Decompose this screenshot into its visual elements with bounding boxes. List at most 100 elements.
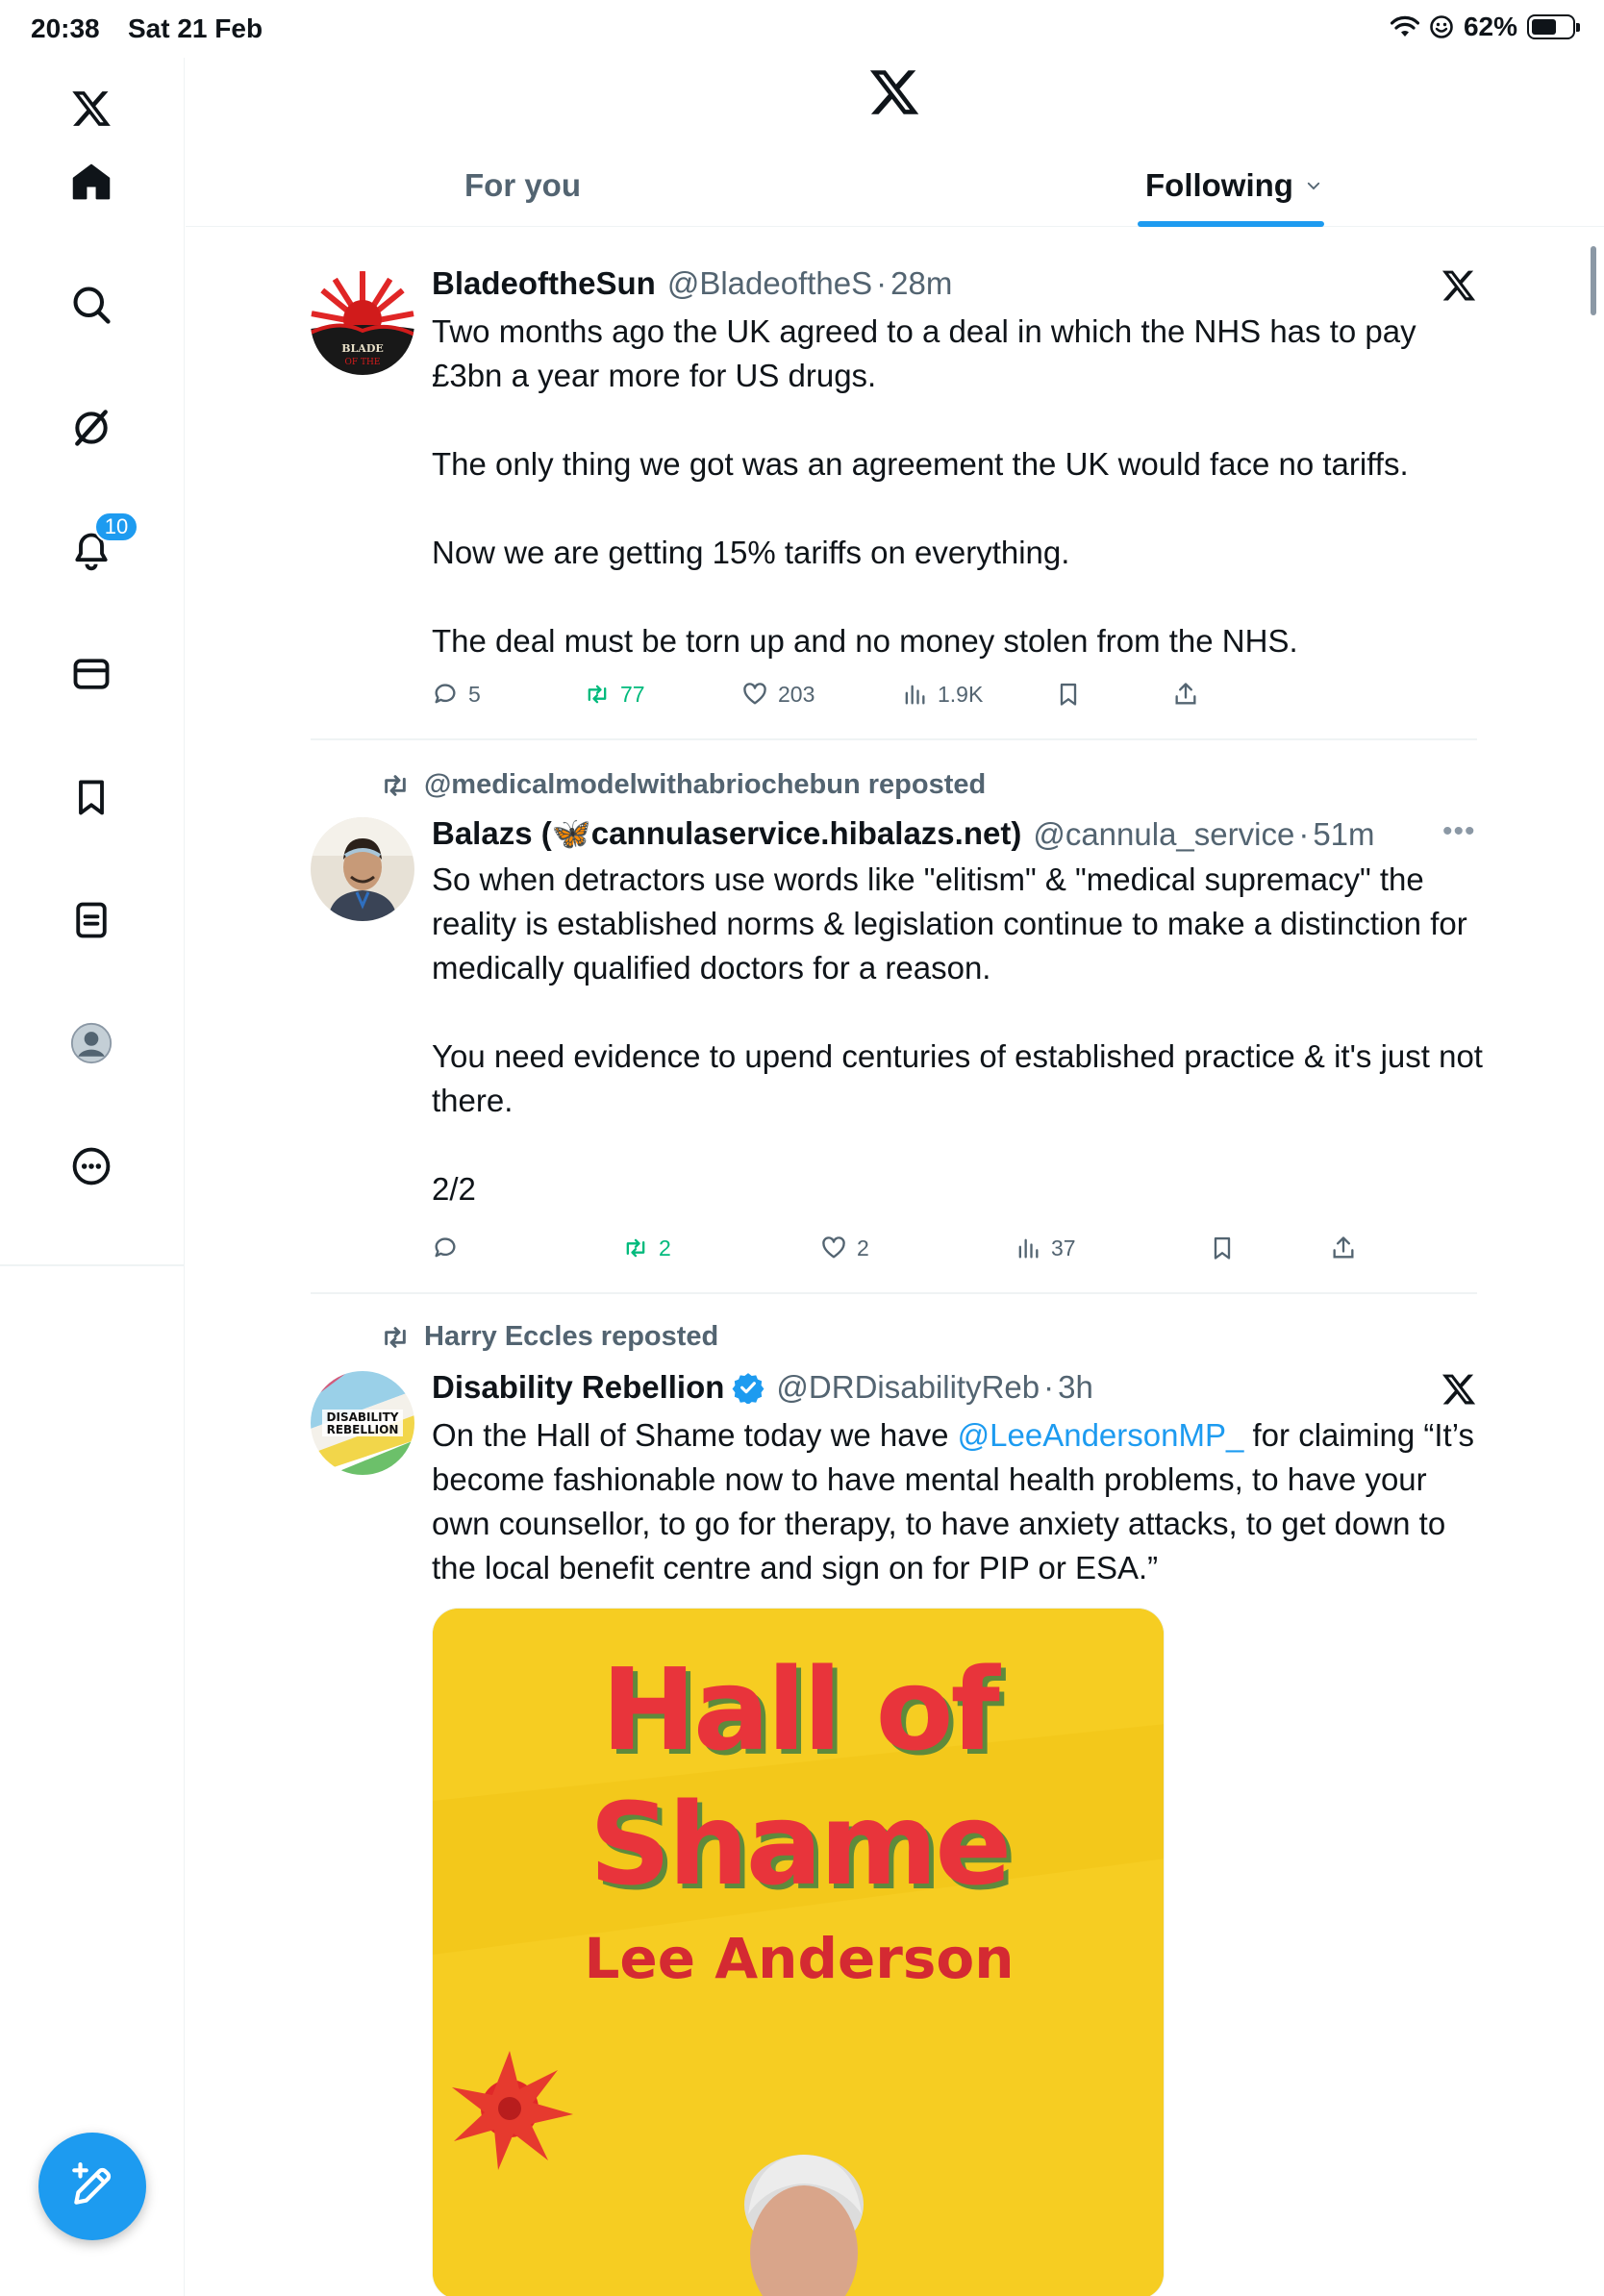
status-right: 62% bbox=[1390, 12, 1580, 42]
author-handle[interactable]: @DRDisabilityReb bbox=[776, 1369, 1040, 1406]
views-button[interactable]: 37 bbox=[1015, 1235, 1076, 1261]
post-paragraph: You need evidence to upend centuries of … bbox=[432, 1038, 1483, 1118]
like-button[interactable]: 203 bbox=[741, 681, 815, 708]
share-icon bbox=[1175, 683, 1196, 705]
bookmark-icon bbox=[1214, 1236, 1231, 1260]
media-subtitle: Lee Anderson bbox=[584, 1926, 1015, 1991]
list-icon[interactable] bbox=[58, 886, 125, 954]
notification-badge: 10 bbox=[94, 512, 138, 542]
author-handle[interactable]: @cannula_service bbox=[1033, 816, 1294, 853]
repost-button[interactable]: 2 bbox=[622, 1235, 671, 1261]
status-bar: 20:38 Sat 21 Feb 62% bbox=[0, 0, 1604, 58]
post-actions: 5 77 203 1.9K bbox=[432, 681, 1480, 719]
status-date: Sat 21 Feb bbox=[128, 13, 263, 43]
x-logo-icon[interactable] bbox=[58, 75, 125, 142]
like-count: 203 bbox=[778, 681, 815, 707]
post-paragraph: Two months ago the UK agreed to a deal i… bbox=[432, 313, 1416, 393]
views-button[interactable]: 1.9K bbox=[901, 681, 983, 708]
post-time[interactable]: 3h bbox=[1058, 1369, 1093, 1406]
svg-text:REBELLION: REBELLION bbox=[327, 1423, 399, 1436]
view-count: 1.9K bbox=[938, 681, 984, 707]
repost-icon bbox=[385, 774, 406, 796]
post[interactable]: @medicalmodelwithabriochebun reposted Ba… bbox=[311, 740, 1483, 1288]
reply-button[interactable]: 5 bbox=[432, 681, 481, 708]
post-actions: 2 2 37 bbox=[432, 1235, 1480, 1273]
avatar[interactable]: BLADE OF THE bbox=[311, 271, 414, 375]
reply-count: 5 bbox=[468, 681, 481, 707]
post-paragraph: The only thing we got was an agreement t… bbox=[432, 446, 1409, 482]
repost-button[interactable]: 77 bbox=[584, 681, 645, 708]
x-logo-icon[interactable] bbox=[867, 65, 921, 119]
repost-by: @medicalmodelwithabriochebun reposted bbox=[424, 769, 987, 800]
avatar-icon[interactable] bbox=[58, 1010, 125, 1077]
repost-icon bbox=[626, 1238, 645, 1258]
bookmark-button[interactable] bbox=[1209, 1235, 1236, 1261]
heart-icon bbox=[743, 683, 766, 705]
post-paragraph: 2/2 bbox=[432, 1171, 476, 1207]
like-button[interactable]: 2 bbox=[820, 1235, 869, 1261]
heart-icon bbox=[822, 1236, 845, 1259]
author-handle[interactable]: @BladeoftheS bbox=[667, 265, 872, 302]
avatar[interactable] bbox=[311, 817, 414, 921]
chevron-down-icon[interactable] bbox=[1305, 177, 1322, 194]
like-count: 2 bbox=[857, 1235, 869, 1260]
status-time: 20:38 bbox=[31, 13, 100, 43]
more-circle-icon[interactable] bbox=[58, 1133, 125, 1200]
author-row: BladeoftheSun @BladeoftheS · 28m bbox=[432, 265, 952, 302]
more-options-icon[interactable]: ••• bbox=[1442, 815, 1477, 848]
tab-for-you[interactable]: For you bbox=[464, 144, 581, 227]
repost-count: 77 bbox=[620, 681, 645, 707]
view-count: 37 bbox=[1051, 1235, 1076, 1260]
post-time[interactable]: 51m bbox=[1313, 816, 1374, 853]
wifi-icon bbox=[1390, 15, 1419, 37]
avatar[interactable]: DISABILITY REBELLION bbox=[311, 1371, 414, 1475]
post-text: So when detractors use words like "eliti… bbox=[432, 858, 1490, 1211]
person-photo bbox=[744, 2155, 864, 2296]
post[interactable]: BLADE OF THE BladeoftheSun @BladeoftheS … bbox=[311, 252, 1477, 733]
mention-link[interactable]: @LeeAndersonMP_ bbox=[958, 1417, 1244, 1453]
svg-text:BLADE: BLADE bbox=[341, 342, 384, 355]
separator-dot: · bbox=[1298, 815, 1310, 852]
reply-icon bbox=[435, 684, 456, 704]
home-icon[interactable] bbox=[58, 148, 125, 215]
battery-fill bbox=[1532, 19, 1556, 35]
repost-count: 2 bbox=[659, 1235, 671, 1260]
author-name[interactable]: Balazs (🦋cannulaservice.hibalazs.net) bbox=[432, 815, 1021, 853]
battery-icon bbox=[1527, 14, 1580, 39]
active-tab-indicator bbox=[1138, 221, 1324, 227]
repost-icon bbox=[588, 685, 607, 704]
reply-icon bbox=[435, 1237, 456, 1258]
search-icon[interactable] bbox=[58, 271, 125, 338]
compose-button[interactable] bbox=[38, 2133, 146, 2240]
views-icon bbox=[1018, 1238, 1039, 1259]
svg-text:OF THE: OF THE bbox=[345, 358, 381, 367]
reply-button[interactable] bbox=[432, 1235, 468, 1261]
author-name[interactable]: Disability Rebellion bbox=[432, 1369, 724, 1406]
post-image[interactable]: Hall of Shame Lee Anderson bbox=[432, 1608, 1165, 2296]
x-logo-icon[interactable] bbox=[1441, 1371, 1477, 1408]
post[interactable]: Harry Eccles reposted DISABILITY REBELLI… bbox=[311, 1294, 1477, 2296]
share-button[interactable] bbox=[1330, 1235, 1357, 1261]
focus-smiley-icon bbox=[1430, 15, 1453, 38]
envelope-icon[interactable] bbox=[58, 640, 125, 708]
bookmark-button[interactable] bbox=[1055, 681, 1082, 708]
verified-badge-icon bbox=[732, 1373, 764, 1404]
share-button[interactable] bbox=[1172, 681, 1199, 708]
media-title-line1: Hall of bbox=[601, 1643, 1000, 1776]
post-text: Two months ago the UK agreed to a deal i… bbox=[432, 310, 1480, 663]
post-time[interactable]: 28m bbox=[890, 265, 952, 302]
post-text: On the Hall of Shame today we have @LeeA… bbox=[432, 1413, 1490, 1590]
scrollbar[interactable] bbox=[1591, 246, 1596, 315]
repost-context[interactable]: @medicalmodelwithabriochebun reposted bbox=[380, 769, 986, 801]
tab-following[interactable]: Following bbox=[1145, 144, 1322, 227]
author-name[interactable]: BladeoftheSun bbox=[432, 265, 656, 302]
bell-icon[interactable]: 10 bbox=[58, 512, 138, 585]
post-paragraph: On the Hall of Shame today we have @LeeA… bbox=[432, 1413, 1490, 1590]
timeline-tabs: For you Following bbox=[186, 144, 1604, 227]
views-icon bbox=[905, 685, 925, 705]
grok-icon[interactable] bbox=[58, 394, 125, 462]
bookmark-icon[interactable] bbox=[58, 763, 125, 831]
media-title-line2: Shame bbox=[589, 1778, 1013, 1910]
x-logo-icon[interactable] bbox=[1441, 267, 1477, 304]
repost-context[interactable]: Harry Eccles reposted bbox=[380, 1321, 718, 1353]
